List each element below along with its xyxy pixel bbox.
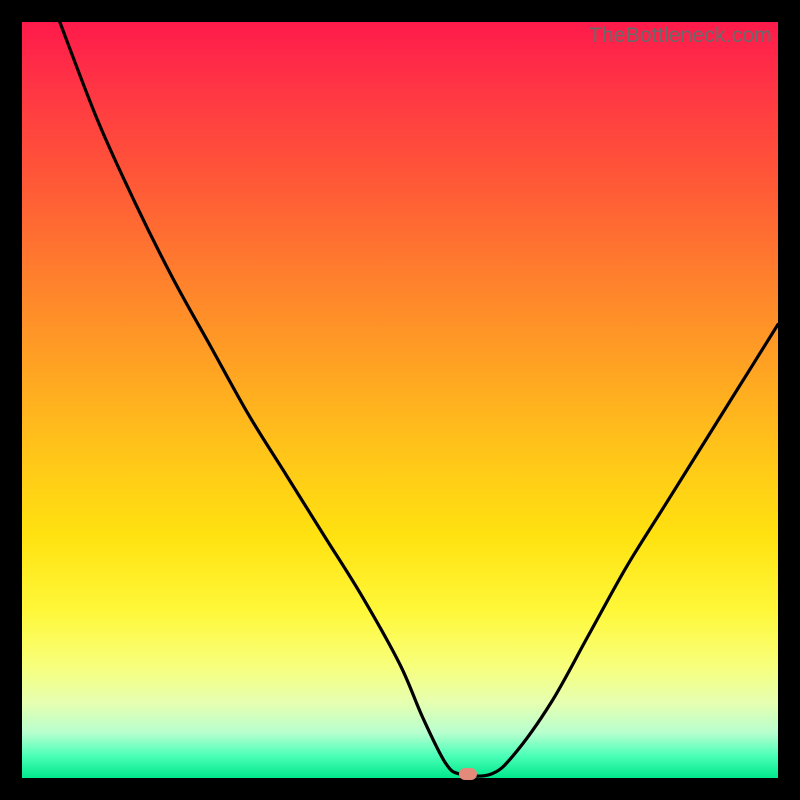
curve-path (60, 22, 778, 776)
optimum-marker (459, 768, 477, 780)
bottleneck-curve (22, 22, 778, 778)
plot-area: TheBottleneck.com (22, 22, 778, 778)
chart-frame: TheBottleneck.com (0, 0, 800, 800)
